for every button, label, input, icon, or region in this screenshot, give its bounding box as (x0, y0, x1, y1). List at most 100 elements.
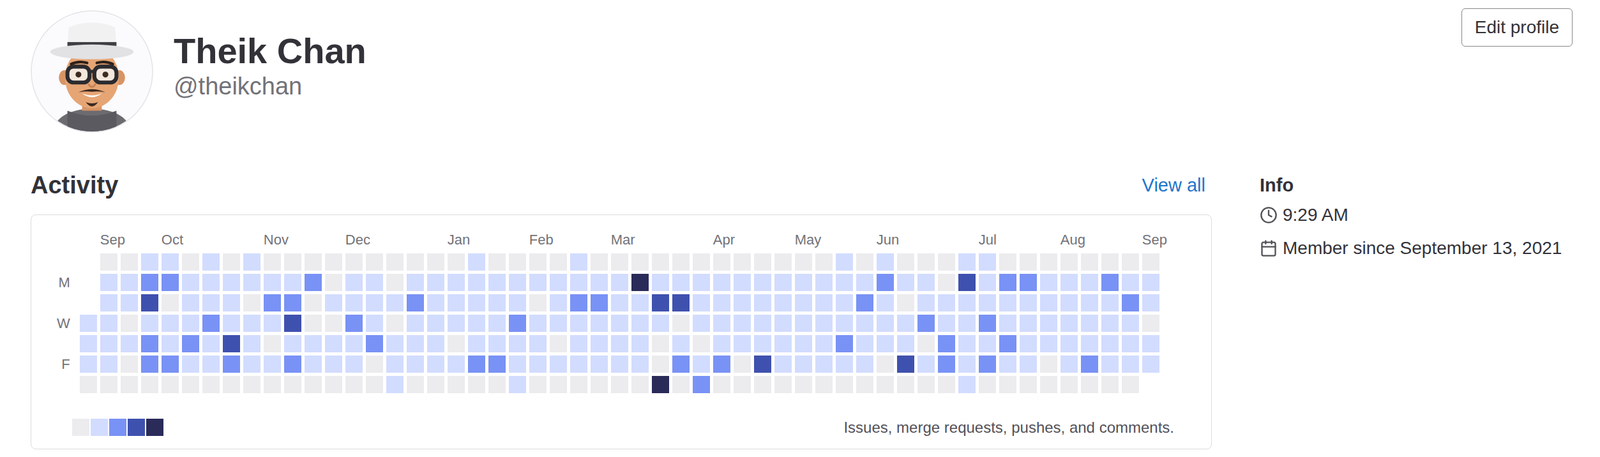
activity-cell[interactable] (508, 273, 527, 292)
activity-cell[interactable] (529, 253, 547, 271)
activity-cell[interactable] (467, 335, 486, 353)
activity-cell[interactable] (324, 294, 343, 312)
activity-cell[interactable] (1019, 314, 1037, 333)
activity-cell[interactable] (794, 294, 813, 312)
activity-cell[interactable] (284, 314, 302, 333)
activity-cell[interactable] (222, 376, 241, 394)
activity-cell[interactable] (611, 273, 629, 292)
activity-cell[interactable] (100, 355, 118, 373)
activity-cell[interactable] (1040, 355, 1058, 373)
activity-cell[interactable] (79, 314, 98, 333)
activity-cell[interactable] (141, 294, 159, 312)
activity-cell[interactable] (120, 294, 138, 312)
activity-cell[interactable] (529, 314, 547, 333)
activity-cell[interactable] (570, 253, 588, 271)
activity-cell[interactable] (324, 376, 343, 394)
activity-cell[interactable] (1121, 273, 1140, 292)
activity-cell[interactable] (774, 294, 792, 312)
activity-cell[interactable] (345, 376, 363, 394)
activity-cell[interactable] (243, 355, 261, 373)
activity-cell[interactable] (467, 294, 486, 312)
activity-cell[interactable] (406, 355, 424, 373)
activity-cell[interactable] (999, 273, 1017, 292)
activity-cell[interactable] (406, 335, 424, 353)
activity-cell[interactable] (733, 314, 751, 333)
activity-cell[interactable] (774, 253, 792, 271)
activity-cell[interactable] (1080, 355, 1099, 373)
activity-cell[interactable] (692, 355, 710, 373)
activity-cell[interactable] (692, 253, 710, 271)
activity-cell[interactable] (856, 294, 874, 312)
activity-cell[interactable] (549, 355, 567, 373)
view-all-link[interactable]: View all (1142, 174, 1206, 197)
activity-cell[interactable] (917, 314, 935, 333)
activity-cell[interactable] (1040, 314, 1058, 333)
activity-cell[interactable] (549, 376, 567, 394)
activity-cell[interactable] (386, 294, 404, 312)
activity-cell[interactable] (345, 314, 363, 333)
activity-cell[interactable] (958, 273, 976, 292)
activity-cell[interactable] (161, 253, 179, 271)
activity-cell[interactable] (181, 273, 200, 292)
activity-cell[interactable] (733, 355, 751, 373)
activity-cell[interactable] (917, 253, 935, 271)
activity-cell[interactable] (161, 376, 179, 394)
activity-cell[interactable] (978, 335, 997, 353)
activity-cell[interactable] (570, 355, 588, 373)
activity-cell[interactable] (713, 314, 731, 333)
activity-cell[interactable] (324, 273, 343, 292)
activity-cell[interactable] (876, 273, 894, 292)
activity-cell[interactable] (141, 376, 159, 394)
activity-cell[interactable] (1019, 335, 1037, 353)
activity-cell[interactable] (508, 294, 527, 312)
activity-cell[interactable] (794, 253, 813, 271)
activity-cell[interactable] (488, 273, 506, 292)
activity-cell[interactable] (631, 253, 649, 271)
activity-cell[interactable] (794, 273, 813, 292)
activity-cell[interactable] (631, 314, 649, 333)
activity-cell[interactable] (263, 376, 281, 394)
activity-cell[interactable] (692, 314, 710, 333)
activity-cell[interactable] (324, 314, 343, 333)
activity-cell[interactable] (672, 253, 690, 271)
activity-cell[interactable] (651, 273, 670, 292)
activity-cell[interactable] (406, 253, 424, 271)
activity-cell[interactable] (1142, 253, 1160, 271)
activity-cell[interactable] (1121, 253, 1140, 271)
activity-cell[interactable] (100, 253, 118, 271)
activity-cell[interactable] (590, 376, 608, 394)
activity-cell[interactable] (958, 294, 976, 312)
activity-cell[interactable] (467, 376, 486, 394)
activity-cell[interactable] (1121, 355, 1140, 373)
activity-cell[interactable] (774, 335, 792, 353)
activity-cell[interactable] (611, 355, 629, 373)
activity-cell[interactable] (79, 355, 98, 373)
activity-cell[interactable] (1142, 294, 1160, 312)
activity-cell[interactable] (999, 314, 1017, 333)
activity-cell[interactable] (754, 253, 772, 271)
activity-cell[interactable] (590, 273, 608, 292)
activity-cell[interactable] (897, 294, 915, 312)
activity-cell[interactable] (141, 314, 159, 333)
activity-cell[interactable] (529, 273, 547, 292)
activity-cell[interactable] (897, 335, 915, 353)
activity-cell[interactable] (611, 253, 629, 271)
activity-cell[interactable] (406, 376, 424, 394)
activity-cell[interactable] (529, 294, 547, 312)
activity-cell[interactable] (365, 376, 384, 394)
activity-cell[interactable] (549, 294, 567, 312)
activity-cell[interactable] (202, 314, 220, 333)
activity-cell[interactable] (243, 314, 261, 333)
activity-cell[interactable] (202, 253, 220, 271)
activity-cell[interactable] (488, 314, 506, 333)
activity-cell[interactable] (1040, 335, 1058, 353)
activity-cell[interactable] (1101, 314, 1119, 333)
activity-cell[interactable] (611, 314, 629, 333)
activity-cell[interactable] (611, 376, 629, 394)
activity-cell[interactable] (304, 355, 322, 373)
activity-cell[interactable] (754, 314, 772, 333)
activity-cell[interactable] (856, 376, 874, 394)
activity-cell[interactable] (774, 376, 792, 394)
activity-cell[interactable] (611, 294, 629, 312)
activity-cell[interactable] (1101, 355, 1119, 373)
